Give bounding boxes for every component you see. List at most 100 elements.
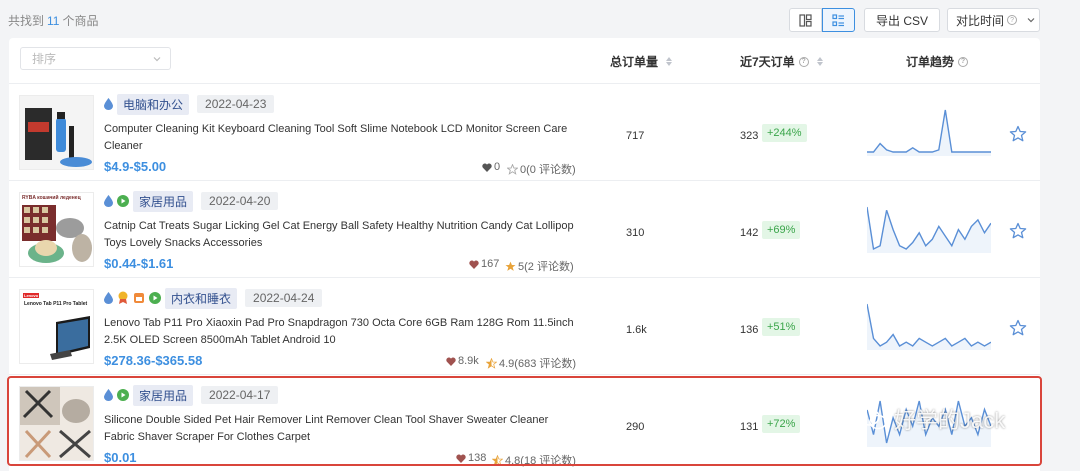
product-thumbnail[interactable] bbox=[19, 95, 94, 170]
result-count: 共找到 11 个商品 bbox=[8, 12, 99, 29]
help-icon[interactable]: ? bbox=[958, 56, 969, 67]
column-header-trend: 订单趋势 ? bbox=[906, 53, 969, 70]
cat-treat-image bbox=[20, 193, 93, 266]
water-drop-icon bbox=[104, 98, 113, 110]
sort-icon[interactable] bbox=[816, 57, 823, 66]
thumbnail-brand-text: Lenovo bbox=[24, 293, 39, 298]
chevron-down-icon bbox=[1027, 18, 1035, 23]
star-half-icon bbox=[486, 357, 497, 369]
recent-orders: 131 bbox=[740, 421, 759, 433]
star-filled-icon bbox=[505, 261, 516, 271]
grid-view-icon bbox=[799, 13, 812, 27]
list-view-icon bbox=[832, 13, 844, 26]
product-likes: 167 bbox=[469, 258, 499, 270]
table-row[interactable]: Lenovo Lenovo Tab P11 Pro Tablet 内衣和睡衣 2… bbox=[9, 277, 1040, 374]
chevron-down-icon bbox=[153, 57, 161, 62]
likes-count: 0 bbox=[494, 161, 501, 173]
table-row[interactable]: RYBA кошачий леденец 家居用品 2022-04-20 Cat… bbox=[9, 180, 1040, 277]
grid-view-button[interactable] bbox=[789, 8, 822, 32]
sort-select[interactable]: 排序 bbox=[20, 47, 171, 70]
product-likes: 0 bbox=[482, 161, 500, 173]
column-header-recent-orders[interactable]: 近7天订单 ? bbox=[740, 53, 823, 70]
rating-text: 4.8(18 评论数) bbox=[505, 455, 576, 467]
likes-count: 8.9k bbox=[458, 355, 479, 367]
watermark: 好学的Jack bbox=[858, 403, 1005, 435]
water-drop-icon bbox=[104, 292, 113, 304]
play-icon bbox=[117, 389, 129, 401]
store-icon bbox=[134, 293, 144, 303]
product-title[interactable]: Silicone Double Sided Pet Hair Remover L… bbox=[104, 412, 574, 446]
date-tag: 2022-04-17 bbox=[201, 386, 279, 404]
category-tag[interactable]: 家居用品 bbox=[133, 384, 194, 406]
rating-text: 4.9(683 评论数) bbox=[499, 358, 577, 370]
product-thumbnail[interactable]: RYBA кошачий леденец bbox=[19, 192, 94, 267]
product-tags: 家居用品 2022-04-20 bbox=[104, 190, 279, 212]
product-title[interactable]: Catnip Cat Treats Sugar Licking Gel Cat … bbox=[104, 218, 574, 252]
wechat-icon bbox=[858, 408, 887, 430]
favorite-star-icon[interactable] bbox=[1009, 222, 1027, 240]
likes-count: 138 bbox=[468, 452, 487, 464]
product-rating: 4.8(18 评论数) bbox=[492, 452, 576, 468]
thumbnail-product-text: Lenovo Tab P11 Pro Tablet bbox=[24, 301, 88, 307]
trend-sparkline bbox=[867, 109, 991, 156]
product-title[interactable]: Computer Cleaning Kit Keyboard Cleaning … bbox=[104, 121, 574, 155]
product-tags: 内衣和睡衣 2022-04-24 bbox=[104, 287, 323, 309]
heart-icon bbox=[469, 260, 479, 269]
heart-icon bbox=[482, 163, 492, 172]
product-thumbnail[interactable]: Lenovo Lenovo Tab P11 Pro Tablet bbox=[19, 289, 94, 364]
category-tag[interactable]: 内衣和睡衣 bbox=[165, 287, 238, 309]
product-tags: 家居用品 2022-04-17 bbox=[104, 384, 279, 406]
favorite-star-icon[interactable] bbox=[1009, 125, 1027, 143]
favorite-star-icon[interactable] bbox=[1009, 319, 1027, 337]
product-likes: 8.9k bbox=[446, 355, 479, 367]
recent-orders: 323 bbox=[740, 130, 759, 142]
export-csv-button[interactable]: 导出 CSV bbox=[864, 8, 940, 32]
toolbar: 共找到 11 个商品 导出 CSV 对比时间 ? bbox=[0, 0, 1080, 38]
list-view-button[interactable] bbox=[822, 8, 855, 32]
product-thumbnail[interactable] bbox=[19, 386, 94, 461]
column-label: 总订单量 bbox=[610, 55, 659, 69]
date-tag: 2022-04-20 bbox=[201, 192, 279, 210]
watermark-text: 好学的Jack bbox=[894, 408, 1006, 433]
found-count: 11 bbox=[47, 14, 60, 28]
category-tag[interactable]: 电脑和办公 bbox=[117, 93, 190, 115]
product-likes: 138 bbox=[456, 452, 486, 464]
star-half-icon bbox=[492, 454, 503, 466]
help-icon[interactable]: ? bbox=[798, 56, 809, 67]
sparkline-line bbox=[867, 109, 991, 153]
column-label: 近7天订单 bbox=[740, 55, 795, 69]
total-orders: 717 bbox=[626, 130, 645, 142]
column-header-total-orders[interactable]: 总订单量 bbox=[610, 53, 673, 70]
date-tag: 2022-04-23 bbox=[197, 95, 275, 113]
rating-text: 5(2 评论数) bbox=[518, 261, 574, 273]
trend-sparkline bbox=[867, 206, 991, 253]
pet-hair-remover-image bbox=[20, 387, 93, 460]
table-header: 排序 总订单量 近7天订单 ? 订单趋势 ? bbox=[9, 38, 1040, 80]
recent-orders: 142 bbox=[740, 227, 759, 239]
rating-text: 0(0 评论数) bbox=[520, 164, 576, 176]
product-tags: 电脑和办公 2022-04-23 bbox=[104, 93, 275, 115]
product-rating: 4.9(683 评论数) bbox=[486, 355, 576, 371]
water-drop-icon bbox=[104, 195, 113, 207]
help-icon[interactable]: ? bbox=[1007, 15, 1018, 25]
product-price: $4.9-$5.00 bbox=[104, 159, 167, 174]
sparkline-line bbox=[867, 303, 991, 347]
trend-sparkline bbox=[867, 303, 991, 350]
table-row[interactable]: 电脑和办公 2022-04-23 Computer Cleaning Kit K… bbox=[9, 83, 1040, 180]
heart-icon bbox=[456, 454, 466, 463]
play-icon bbox=[117, 195, 129, 207]
found-prefix: 共找到 bbox=[8, 14, 45, 28]
growth-badge: +72% bbox=[762, 415, 801, 433]
product-price: $278.36-$365.58 bbox=[104, 353, 203, 368]
category-tag[interactable]: 家居用品 bbox=[133, 190, 194, 212]
growth-badge: +244% bbox=[762, 124, 807, 142]
product-title[interactable]: Lenovo Tab P11 Pro Xiaoxin Pad Pro Snapd… bbox=[104, 315, 574, 349]
compare-time-select[interactable]: 对比时间 ? bbox=[947, 8, 1040, 32]
found-suffix: 个商品 bbox=[62, 14, 99, 28]
recent-orders: 136 bbox=[740, 324, 759, 336]
cleaning-kit-image bbox=[20, 96, 93, 169]
product-rating: 0(0 评论数) bbox=[507, 161, 576, 177]
product-price: $0.44-$1.61 bbox=[104, 256, 174, 271]
sort-icon[interactable] bbox=[666, 57, 673, 66]
growth-badge: +69% bbox=[762, 221, 801, 239]
